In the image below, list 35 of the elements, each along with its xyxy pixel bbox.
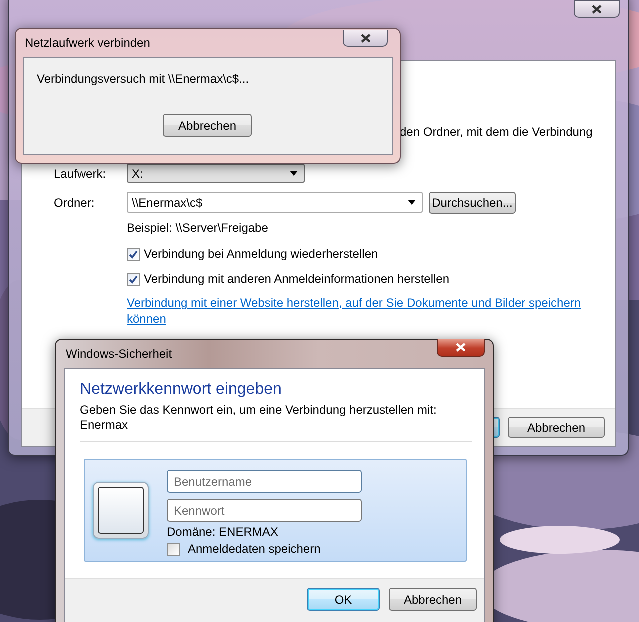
checkbox-label: Anmeldedaten speichern — [188, 542, 321, 556]
window-title: Windows-Sicherheit — [65, 347, 172, 361]
dropdown-arrow-icon — [290, 171, 298, 176]
user-tile-icon — [93, 482, 149, 539]
close-icon — [592, 4, 602, 14]
close-button[interactable] — [437, 339, 485, 357]
domain-text: Domäne: ENERMAX — [167, 525, 280, 539]
drive-dropdown[interactable]: X: — [127, 164, 305, 183]
checkbox-label: Verbindung bei Anmeldung wiederherstellen — [144, 247, 378, 261]
close-button[interactable] — [343, 30, 388, 47]
cancel-button[interactable]: Abbrechen — [163, 114, 252, 137]
close-button[interactable] — [574, 0, 620, 18]
close-icon — [360, 34, 370, 42]
checkbox[interactable] — [127, 248, 140, 260]
password-field[interactable]: Kennwort — [167, 499, 362, 522]
browse-button[interactable]: Durchsuchen... — [429, 192, 516, 214]
status-message: Verbindungsversuch mit \\Enermax\c$... — [37, 72, 250, 88]
instruction-text: den Ordner, mit dem die Verbindung — [400, 125, 594, 141]
folder-label: Ordner: — [54, 196, 96, 210]
dropdown-arrow-icon — [408, 200, 416, 205]
checkbox-label: Verbindung mit anderen Anmeldeinformationen herstellen — [144, 272, 450, 286]
dialog-heading: Netzwerkkennwort eingeben — [80, 381, 283, 400]
description-text: Geben Sie das Kennwort ein, um eine Verbindung herzustellen mit: Enermax — [80, 403, 438, 433]
drive-label: Laufwerk: — [54, 166, 108, 180]
checkbox[interactable] — [127, 272, 140, 286]
ok-button[interactable]: OK — [307, 588, 380, 611]
window-title: Netzlaufwerk verbinden — [24, 36, 150, 50]
checkbox[interactable] — [167, 542, 180, 556]
folder-dropdown[interactable]: \\Enermax\c$ — [127, 192, 423, 213]
cancel-button[interactable]: Abbrechen — [389, 588, 477, 611]
username-field[interactable]: Benutzername — [167, 470, 362, 493]
cancel-button[interactable]: Abbrechen — [508, 417, 605, 438]
website-link[interactable]: Verbindung mit einer Website herstellen, auf der Sie Dokumente und Bilder speichern können — [127, 295, 597, 327]
example-text: Beispiel: \\Server\Freigabe — [127, 221, 270, 237]
close-icon — [456, 343, 466, 352]
